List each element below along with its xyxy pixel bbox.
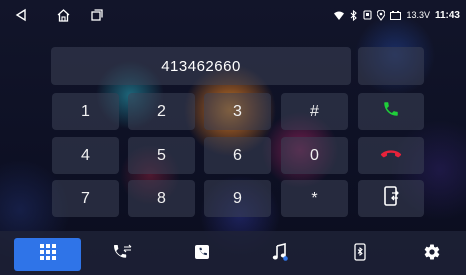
recent-apps-icon[interactable] — [88, 6, 106, 24]
key-7[interactable]: 7 — [52, 180, 119, 217]
keypad-grid-icon — [39, 244, 56, 265]
key-1[interactable]: 1 — [52, 93, 119, 130]
bluetooth-phone-icon — [354, 243, 366, 266]
key-2[interactable]: 2 — [128, 93, 195, 130]
bottom-nav-call-log[interactable] — [100, 238, 144, 271]
hangup-icon — [380, 147, 402, 165]
key-0[interactable]: 0 — [281, 137, 348, 174]
call-log-icon — [112, 244, 132, 265]
bottom-nav-music[interactable] — [258, 238, 302, 271]
dialed-number: 413462660 — [161, 57, 241, 75]
transfer-to-phone-button[interactable] — [358, 180, 424, 217]
key-hash[interactable]: # — [281, 93, 348, 130]
status-indicators: 13.3V 11:43 — [334, 6, 460, 24]
key-9[interactable]: 9 — [204, 180, 271, 217]
hangup-button[interactable] — [358, 137, 424, 174]
key-3[interactable]: 3 — [204, 93, 271, 130]
dialed-number-display: 413462660 — [51, 47, 351, 85]
phone-transfer-icon — [383, 186, 399, 211]
settings-gear-icon — [423, 243, 441, 266]
clock: 11:43 — [434, 9, 460, 21]
contacts-icon — [194, 244, 210, 265]
key-8[interactable]: 8 — [128, 180, 195, 217]
phone-signal-icon — [363, 10, 372, 20]
music-icon — [272, 242, 288, 266]
wifi-icon — [334, 11, 345, 20]
battery-voltage: 13.3V — [406, 10, 430, 20]
call-button[interactable] — [358, 93, 424, 130]
key-4[interactable]: 4 — [52, 137, 119, 174]
bottom-nav-bluetooth-phone[interactable] — [338, 238, 382, 271]
backspace-button[interactable] — [358, 47, 424, 85]
phone-call-icon — [382, 100, 400, 123]
battery-voltage-icon — [390, 10, 402, 20]
bottom-nav-contacts[interactable] — [180, 238, 224, 271]
bottom-nav-keypad[interactable] — [14, 238, 81, 271]
key-star[interactable]: * — [281, 180, 348, 217]
key-5[interactable]: 5 — [128, 137, 195, 174]
bottom-nav-settings[interactable] — [414, 238, 450, 271]
home-icon[interactable] — [54, 6, 72, 24]
back-icon[interactable] — [12, 6, 30, 24]
location-icon — [377, 9, 386, 21]
status-bar: 13.3V 11:43 — [0, 0, 466, 30]
key-6[interactable]: 6 — [204, 137, 271, 174]
bluetooth-icon — [349, 9, 358, 21]
